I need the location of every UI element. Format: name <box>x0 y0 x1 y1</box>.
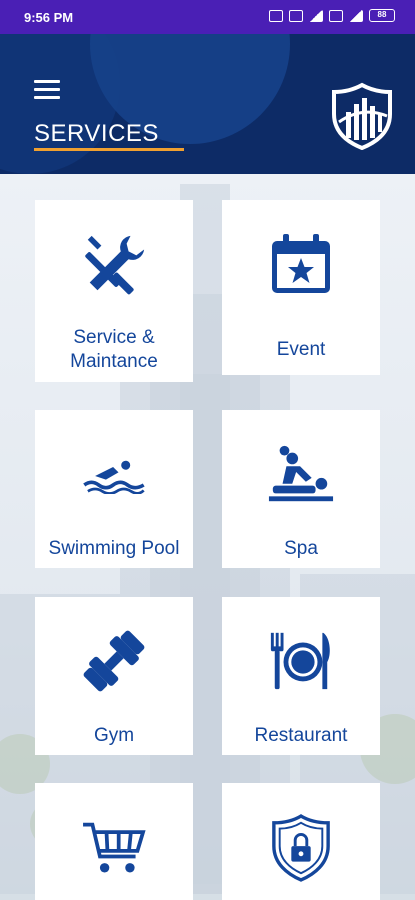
massage-icon <box>268 445 334 502</box>
screen-icon <box>269 9 283 22</box>
shopping-cart-icon <box>83 822 146 873</box>
status-icons: 88 <box>269 9 395 22</box>
tile-swimming-pool[interactable]: Swimming Pool <box>35 410 193 568</box>
tile-restaurant[interactable]: Restaurant <box>222 597 380 755</box>
logo-shield-icon <box>332 82 392 150</box>
tile-label: Restaurant <box>254 725 348 746</box>
app-header: SERVICES <box>0 34 415 174</box>
hamburger-menu-icon[interactable] <box>34 80 60 100</box>
battery-icon: 88 <box>369 9 395 22</box>
title-underline <box>34 148 184 151</box>
tile-label: Spa <box>284 538 318 559</box>
plate-cutlery-icon <box>270 632 330 690</box>
tile-shopping[interactable] <box>35 783 193 900</box>
calendar-star-icon <box>272 234 330 293</box>
tile-label-line1: Service & <box>73 327 155 348</box>
status-bar: 9:56 PM 88 <box>0 0 415 34</box>
tile-service-maintenance[interactable]: Service & Maintance <box>35 200 193 382</box>
tile-security[interactable] <box>222 783 380 900</box>
tile-label: Swimming Pool <box>48 538 180 559</box>
tile-gym[interactable]: Gym <box>35 597 193 755</box>
page-title: SERVICES <box>34 120 159 147</box>
tile-label: Gym <box>93 725 135 746</box>
swimmer-icon <box>83 460 145 494</box>
volte-icon <box>289 9 303 22</box>
tile-event[interactable]: Event <box>222 200 380 375</box>
tile-spa[interactable]: Spa <box>222 410 380 568</box>
dumbbell-icon <box>83 630 145 692</box>
volte2-icon <box>329 9 343 22</box>
tile-label: Event <box>276 339 326 360</box>
tile-label-line2: Maintance <box>70 351 158 372</box>
status-time: 9:56 PM <box>24 10 74 25</box>
tools-icon <box>85 235 145 295</box>
signal2-icon <box>349 9 363 22</box>
shield-lock-icon <box>272 814 330 882</box>
signal-icon <box>309 9 323 22</box>
